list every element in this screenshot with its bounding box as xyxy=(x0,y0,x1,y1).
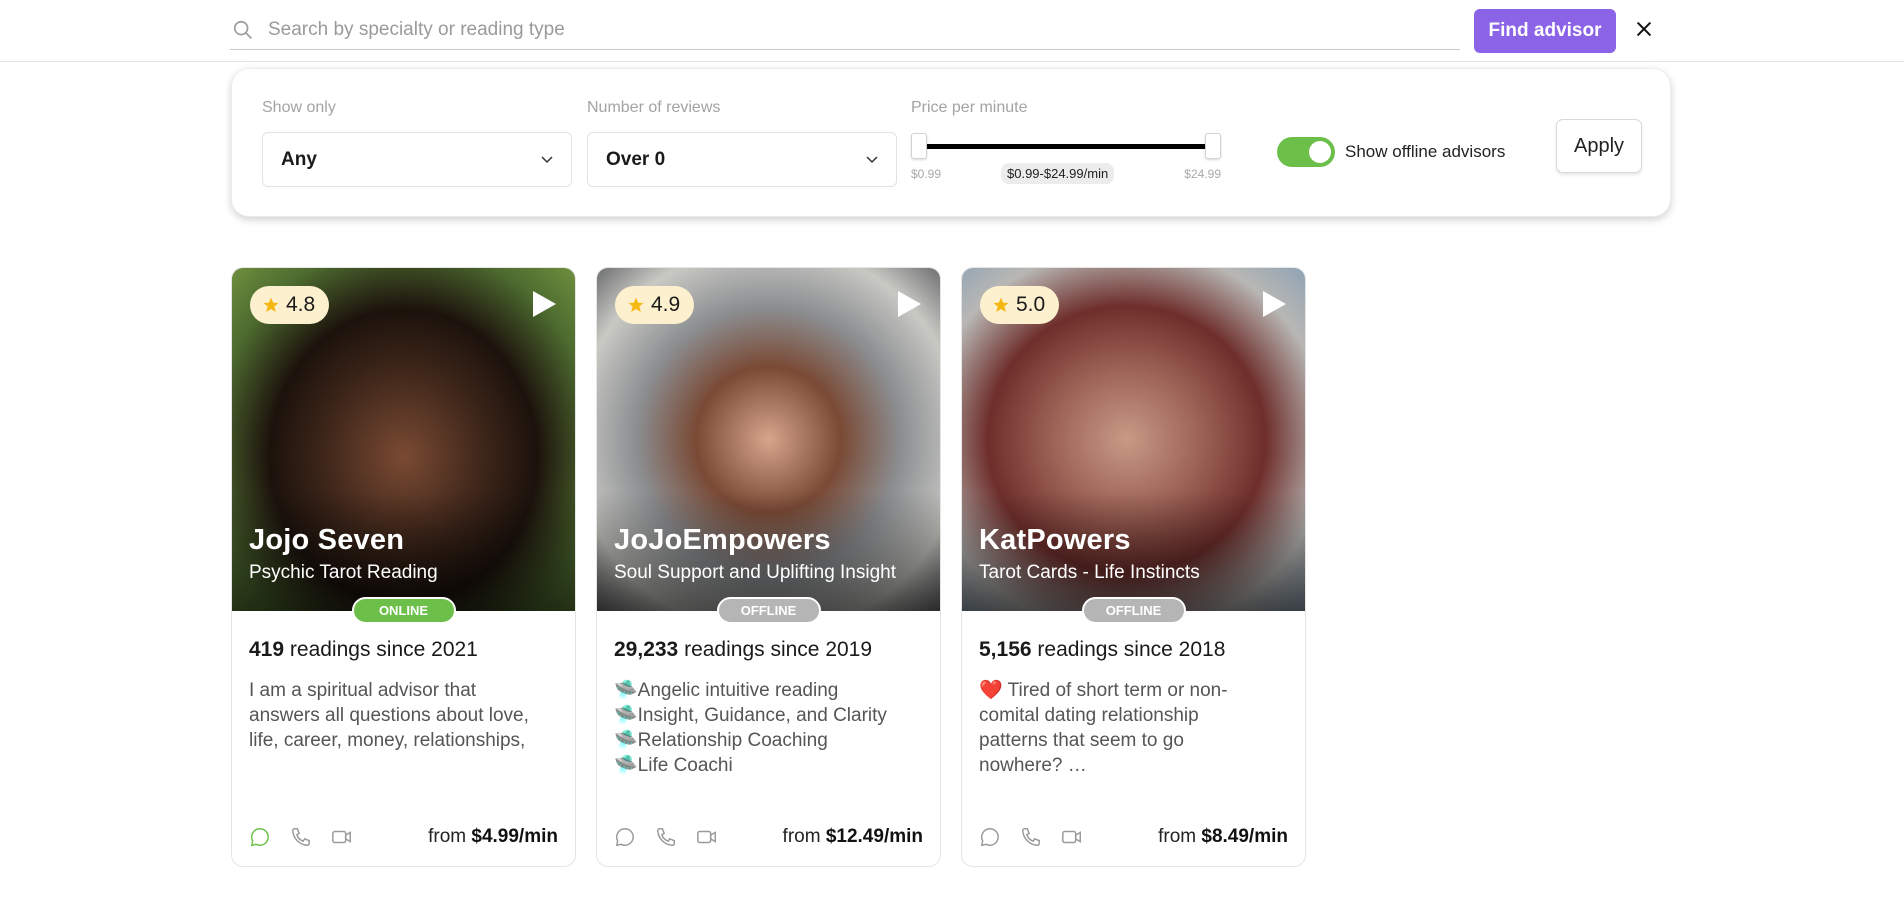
advisor-specialty: Soul Support and Uplifting Insight xyxy=(614,562,897,583)
advisor-name: JoJoEmpowers xyxy=(614,524,831,556)
advisor-description: I am a spiritual advisor that answers all… xyxy=(249,678,559,753)
price-min-label: $0.99 xyxy=(911,167,942,181)
price-label: from $12.49/min xyxy=(783,826,923,848)
status-badge: OFFLINE xyxy=(716,597,821,624)
chat-icon[interactable] xyxy=(614,826,636,848)
advisor-description: 🛸Angelic intuitive reading 🛸Insight, Guid… xyxy=(614,678,924,778)
chat-icon[interactable] xyxy=(979,826,1001,848)
search-icon xyxy=(233,20,252,39)
filter-panel: Show only Any Number of reviews Over 0 P… xyxy=(231,68,1671,217)
toggle-knob xyxy=(1309,141,1331,163)
contact-methods xyxy=(614,826,718,848)
price-max-handle[interactable] xyxy=(1205,133,1221,159)
advisor-description: ❤️ Tired of short term or non-comital da… xyxy=(979,678,1289,778)
contact-methods xyxy=(249,826,353,848)
price-label: from $4.99/min xyxy=(428,826,558,848)
price-max-label: $24.99 xyxy=(1184,167,1221,181)
readings-count: 419 xyxy=(249,638,285,661)
star-icon xyxy=(263,297,279,313)
rating-badge: 4.9 xyxy=(615,286,695,324)
apply-button[interactable]: Apply xyxy=(1556,119,1642,173)
chat-icon[interactable] xyxy=(249,826,271,848)
price-value: $8.49/min xyxy=(1201,826,1288,847)
video-icon[interactable] xyxy=(1061,826,1083,848)
advisor-name: Jojo Seven xyxy=(249,524,405,556)
readings-summary: 29,233 readings since 2019 xyxy=(614,638,872,662)
rating-value: 4.8 xyxy=(286,293,316,316)
search-field[interactable] xyxy=(230,10,1460,50)
price-prefix: from xyxy=(1158,826,1197,847)
video-icon[interactable] xyxy=(696,826,718,848)
description-line: life, career, money, relationships, xyxy=(249,730,526,751)
rating-value: 4.9 xyxy=(651,293,681,316)
price-range-track xyxy=(919,144,1213,149)
description-line: ❤️ Tired of short term or non- xyxy=(979,680,1228,701)
description-line: I am a spiritual advisor that xyxy=(249,680,477,701)
show-offline-label: Show offline advisors xyxy=(1345,142,1506,161)
find-advisor-button[interactable]: Find advisor xyxy=(1474,9,1616,53)
price-prefix: from xyxy=(428,826,467,847)
description-line: 🛸Relationship Coaching xyxy=(614,730,828,751)
description-line: comital dating relationship xyxy=(979,705,1199,726)
advisor-card[interactable]: 4.9 JoJoEmpowers Soul Support and Uplift… xyxy=(596,267,941,867)
readings-text: readings since 2021 xyxy=(289,638,478,661)
readings-count: 5,156 xyxy=(979,638,1032,661)
phone-icon[interactable] xyxy=(1020,826,1042,848)
advisor-card[interactable]: 5.0 KatPowers Tarot Cards - Life Instinc… xyxy=(961,267,1306,867)
video-icon[interactable] xyxy=(331,826,353,848)
rating-badge: 4.8 xyxy=(250,286,330,324)
description-line: 🛸Angelic intuitive reading xyxy=(614,680,839,701)
description-line: 🛸Insight, Guidance, and Clarity xyxy=(614,705,887,726)
play-icon[interactable] xyxy=(896,290,922,318)
reviews-label: Number of reviews xyxy=(587,99,721,116)
advisor-card[interactable]: 4.8 Jojo Seven Psychic Tarot Reading ONL… xyxy=(231,267,576,867)
phone-icon[interactable] xyxy=(290,826,312,848)
phone-icon[interactable] xyxy=(655,826,677,848)
price-prefix: from xyxy=(782,826,821,847)
advisor-name: KatPowers xyxy=(979,524,1131,556)
price-range-slider[interactable]: $0.99 $0.99-$24.99/min $24.99 xyxy=(911,129,1221,189)
close-button[interactable] xyxy=(1630,16,1658,44)
price-label: Price per minute xyxy=(911,99,1028,116)
description-line: nowhere? … xyxy=(979,755,1087,776)
price-min-handle[interactable] xyxy=(911,133,927,159)
readings-text: readings since 2018 xyxy=(1037,638,1226,661)
status-badge: ONLINE xyxy=(351,597,456,624)
readings-summary: 419 readings since 2021 xyxy=(249,638,478,662)
readings-text: readings since 2019 xyxy=(684,638,873,661)
reviews-select[interactable]: Over 0 xyxy=(587,132,897,187)
advisor-specialty: Tarot Cards - Life Instincts xyxy=(979,562,1200,583)
play-icon[interactable] xyxy=(531,290,557,318)
search-input[interactable] xyxy=(268,18,1460,41)
star-icon xyxy=(628,297,644,313)
advisor-specialty: Psychic Tarot Reading xyxy=(249,562,438,583)
show-only-label: Show only xyxy=(262,99,336,116)
play-icon[interactable] xyxy=(1261,290,1287,318)
show-offline-toggle[interactable] xyxy=(1277,137,1335,167)
top-search-bar: Find advisor xyxy=(0,0,1904,62)
description-line: 🛸Life Coachi xyxy=(614,755,733,776)
chevron-down-icon xyxy=(866,155,878,163)
contact-methods xyxy=(979,826,1083,848)
price-selected-label: $0.99-$24.99/min xyxy=(1001,163,1115,184)
rating-value: 5.0 xyxy=(1016,293,1046,316)
price-value: $12.49/min xyxy=(825,826,923,847)
readings-summary: 5,156 readings since 2018 xyxy=(979,638,1225,662)
star-icon xyxy=(993,297,1009,313)
show-only-value: Any xyxy=(281,148,317,170)
price-value: $4.99/min xyxy=(471,826,558,847)
rating-badge: 5.0 xyxy=(980,286,1060,324)
status-badge: OFFLINE xyxy=(1081,597,1186,624)
reviews-value: Over 0 xyxy=(606,148,666,170)
show-only-select[interactable]: Any xyxy=(262,132,572,187)
description-line: answers all questions about love, xyxy=(249,705,529,726)
close-icon xyxy=(1636,21,1652,36)
chevron-down-icon xyxy=(541,155,553,163)
price-label: from $8.49/min xyxy=(1158,826,1288,848)
description-line: patterns that seem to go xyxy=(979,730,1184,751)
readings-count: 29,233 xyxy=(614,638,679,661)
